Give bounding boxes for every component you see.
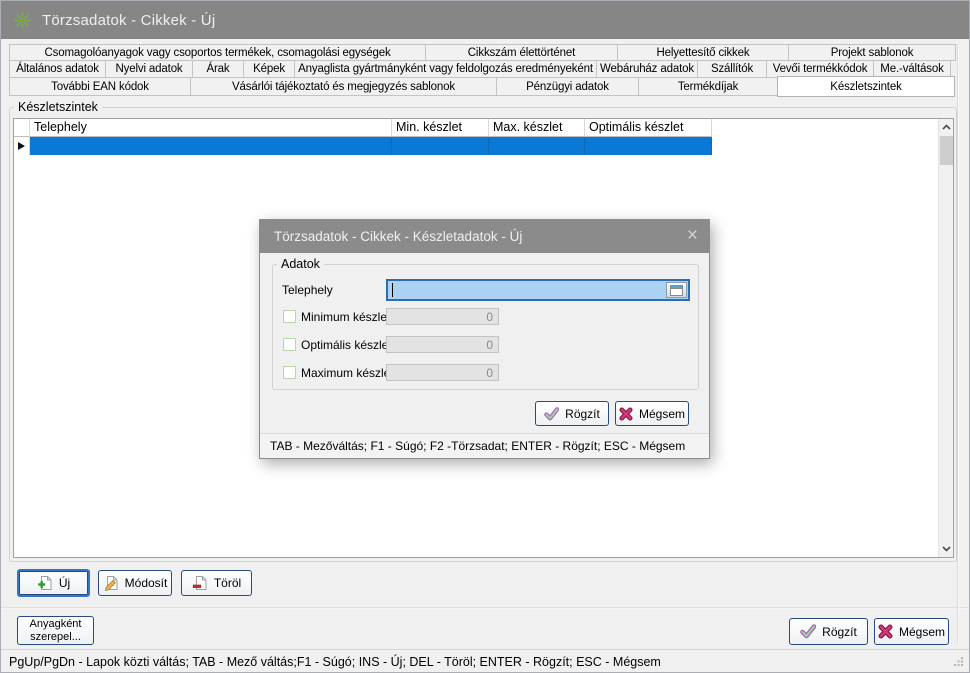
dialog-title: Törzsadatok - Cikkek - Készletadatok - Ú… [274,229,522,244]
minimum-label[interactable]: Minimum készlet [301,310,390,324]
tab-termekdijak[interactable]: Termékdíjak [638,77,778,96]
minimum-checkbox[interactable] [283,310,296,323]
maximum-row: Maximum készlet [283,364,394,381]
telephely-field [386,279,690,301]
dialog-save-button[interactable]: Rögzít [535,401,609,426]
cancel-button[interactable]: Mégsem [874,618,949,645]
tab-arak[interactable]: Árak [192,60,244,78]
optimalis-label[interactable]: Optimális készlet [301,338,392,352]
cell-optimalis [585,137,712,155]
check-icon [544,407,559,421]
cell-telephely [30,137,392,155]
app-flower-icon [14,12,31,29]
text-caret [392,283,393,297]
scroll-up-icon[interactable] [939,119,954,135]
grid-vertical-scrollbar[interactable] [938,119,953,557]
material-usage-label-line1: Anyagként [30,618,82,631]
table-row-selected[interactable] [14,137,953,155]
dialog-save-label: Rögzít [565,407,600,421]
telephely-label: Telephely [282,283,333,297]
telephely-row: Telephely [282,281,333,298]
new-button[interactable]: Új [17,569,90,597]
tab-vasarloi-tajekoztato[interactable]: Vásárlói tájékoztató és megjegyzés sablo… [190,77,497,96]
new-button-label: Új [59,576,70,590]
check-icon [800,624,816,639]
grid-header-row: Telephely Min. készlet Max. készlet Opti… [14,119,953,137]
tab-penzugyi-adatok[interactable]: Pénzügyi adatok [496,77,639,96]
telephely-lookup-button[interactable] [666,282,687,298]
modify-button-label: Módosít [125,576,168,590]
stocklevels-group-label: Készletszintek [14,100,102,114]
adatok-group-label: Adatok [277,257,324,271]
scroll-down-icon[interactable] [939,541,954,557]
delete-page-minus-icon [192,575,208,591]
cell-min [392,137,489,155]
column-header-optimalis-keszlet: Optimális készlet [585,119,712,137]
dialog-body: Adatok Telephely Minimum készlet [260,253,709,433]
material-usage-label-line2: szerepel... [30,631,81,644]
column-header-min-keszlet: Min. készlet [392,119,489,137]
tab-row-1: Csomagolóanyagok vagy csoportos termékek… [9,44,959,61]
window-inner-edge [957,44,958,644]
maximum-input[interactable] [386,364,499,381]
statusbar: PgUp/PgDn - Lapok közti váltás; TAB - Me… [1,649,969,673]
column-header-telephely: Telephely [30,119,392,137]
new-page-plus-icon [37,575,53,591]
dialog-statusbar-text: TAB - Mezőváltás; F1 - Súgó; F2 -Törzsad… [270,439,685,453]
optimalis-checkbox[interactable] [283,338,296,351]
resize-grip[interactable] [953,656,964,670]
window-titlebar: Törzsadatok - Cikkek - Új [1,1,969,39]
window-title: Törzsadatok - Cikkek - Új [42,12,215,29]
dialog-statusbar: TAB - Mezőváltás; F1 - Súgó; F2 -Törzsad… [260,433,709,458]
stockdata-dialog: Törzsadatok - Cikkek - Készletadatok - Ú… [259,219,710,459]
telephely-input[interactable] [388,281,688,299]
maximum-checkbox[interactable] [283,366,296,379]
close-icon[interactable]: × [687,223,698,249]
tab-keszletszintek-active[interactable]: Készletszintek [777,76,955,97]
optimalis-row: Optimális készlet [283,336,392,353]
material-usage-button[interactable]: Anyagként szerepel... [17,616,94,645]
optimalis-input[interactable] [386,336,499,353]
dialog-cancel-label: Mégsem [639,407,685,421]
minimum-input[interactable] [386,308,499,325]
edit-pencil-icon [103,575,119,591]
tab-szallitok[interactable]: Szállítók [697,60,767,78]
dialog-cancel-button[interactable]: Mégsem [615,401,689,426]
tab-csomagoloanyagok[interactable]: Csomagolóanyagok vagy csoportos termékek… [9,44,426,61]
save-button-label: Rögzít [822,625,857,639]
cell-max [489,137,585,155]
tab-altalanos-adatok[interactable]: Általános adatok [9,60,106,78]
app-window: Törzsadatok - Cikkek - Új Csomagolóanyag… [0,0,970,673]
maximum-label[interactable]: Maximum készlet [301,366,394,380]
tab-kepek[interactable]: Képek [243,60,295,78]
x-icon [878,624,893,639]
window-lookup-icon [670,285,683,296]
tab-nyelvi-adatok[interactable]: Nyelvi adatok [105,60,193,78]
tab-cikkszam-elettortenet[interactable]: Cikkszám élettörténet [425,44,618,61]
delete-button[interactable]: Töröl [181,570,252,596]
tab-row-3: További EAN kódok Vásárlói tájékoztató é… [9,77,959,96]
statusbar-text: PgUp/PgDn - Lapok közti váltás; TAB - Me… [9,655,661,669]
save-button[interactable]: Rögzít [789,618,868,645]
tab-projekt-sablonok[interactable]: Projekt sablonok [788,44,956,61]
tab-anyaglista[interactable]: Anyaglista gyártmányként vagy feldolgozá… [294,60,597,78]
tab-helyettesito-cikkek[interactable]: Helyettesítő cikkek [617,44,789,61]
column-header-selector [14,119,30,137]
x-icon [619,407,633,421]
delete-button-label: Töröl [214,576,241,590]
column-header-max-keszlet: Max. készlet [489,119,585,137]
cancel-button-label: Mégsem [899,625,945,639]
dialog-titlebar: Törzsadatok - Cikkek - Készletadatok - Ú… [260,220,709,253]
current-row-arrow-icon [18,142,25,150]
row-selector-cell [14,137,30,155]
scrollbar-thumb[interactable] [940,136,953,165]
minimum-row: Minimum készlet [283,308,390,325]
tab-tovabbi-ean-kodok[interactable]: További EAN kódok [9,77,191,96]
tab-webaruhaz-adatok[interactable]: Webáruház adatok [596,60,698,78]
modify-button[interactable]: Módosít [98,570,172,596]
footer-separator [1,607,969,609]
